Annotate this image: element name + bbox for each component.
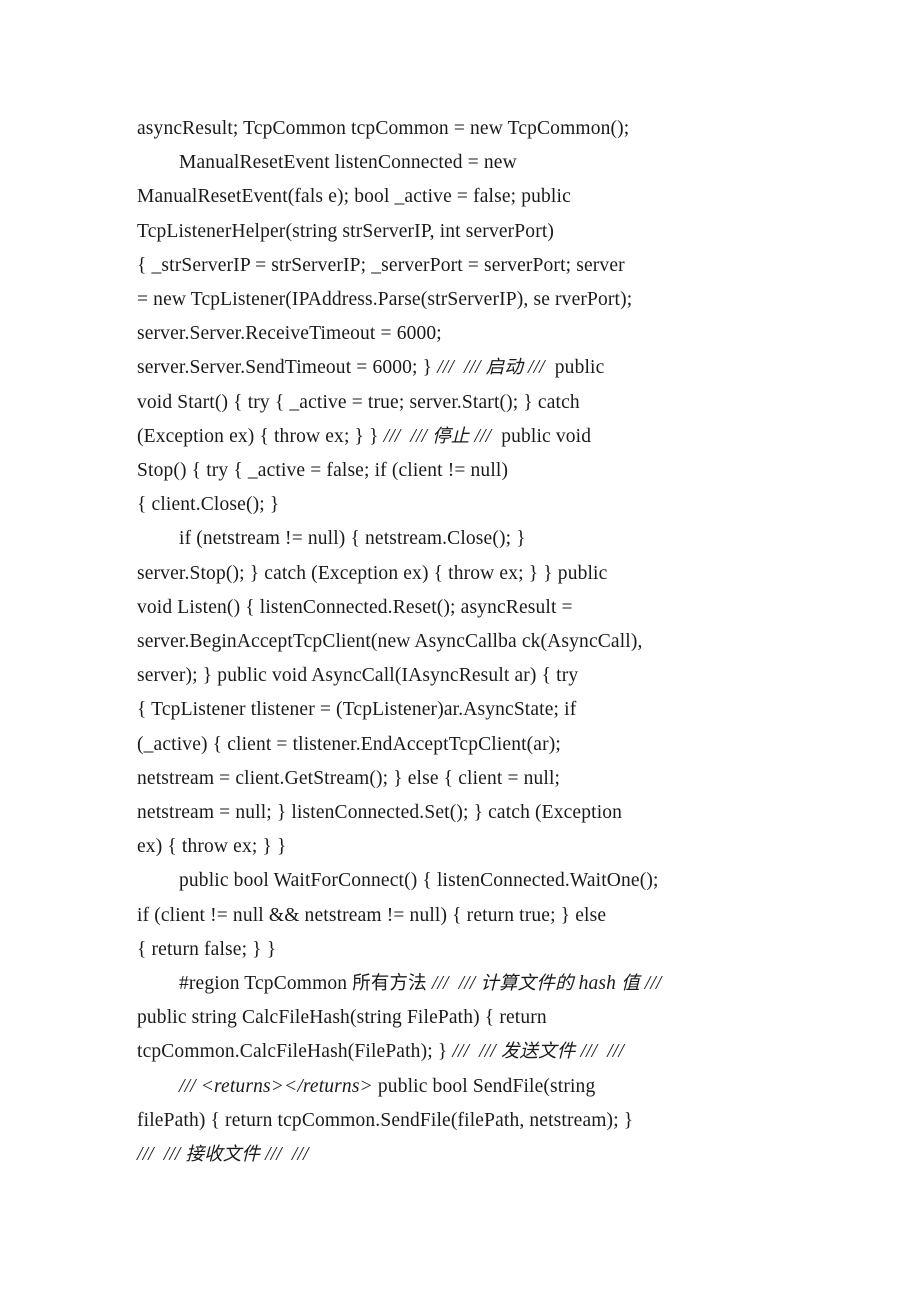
text-line: asyncResult; TcpCommon tcpCommon = new T…	[137, 112, 817, 146]
text-line: void Start() { try { _active = true; ser…	[137, 386, 817, 420]
text-line: if (client != null && netstream != null)…	[137, 899, 817, 933]
text-run: public string CalcFileHash(string FilePa…	[137, 1007, 547, 1029]
text-run: { _strServerIP = strServerIP; _serverPor…	[137, 254, 625, 276]
text-line: ManualResetEvent(fals e); bool _active =…	[137, 180, 817, 214]
text-run: public void	[496, 425, 592, 447]
text-line: Stop() { try { _active = false; if (clie…	[137, 454, 817, 488]
text-run: /// ///	[260, 1144, 309, 1166]
text-line: { TcpListener tlistener = (TcpListener)a…	[137, 693, 817, 727]
text-run: #region TcpCommon	[179, 973, 353, 995]
text-line: public bool WaitForConnect() { listenCon…	[137, 864, 817, 898]
text-run: ///	[639, 973, 662, 995]
text-run: 接收文件	[185, 1144, 261, 1166]
text-run: { return false; } }	[137, 938, 277, 960]
text-run: 启动	[485, 357, 523, 379]
text-run: /// ///	[383, 425, 433, 447]
text-line: server.BeginAcceptTcpClient(new AsyncCal…	[137, 625, 817, 659]
text-run: void Start() { try { _active = true; ser…	[137, 391, 580, 413]
text-run: asyncResult; TcpCommon tcpCommon = new T…	[137, 118, 630, 139]
text-line: = new TcpListener(IPAddress.Parse(strSer…	[137, 283, 817, 317]
text-run: /// ///	[452, 1041, 501, 1063]
text-line: { return false; } }	[137, 933, 817, 967]
text-line: void Listen() { listenConnected.Reset();…	[137, 591, 817, 625]
text-line: netstream = client.GetStream(); } else {…	[137, 762, 817, 796]
text-line: TcpListenerHelper(string strServerIP, in…	[137, 215, 817, 249]
text-run: /// <returns></returns>	[179, 1075, 378, 1097]
text-line: { _strServerIP = strServerIP; _serverPor…	[137, 249, 817, 283]
text-run: server.Server.SendTimeout = 6000; }	[137, 357, 438, 379]
text-run: server); } public void AsyncCall(IAsyncR…	[137, 665, 579, 687]
text-run: void Listen() { listenConnected.Reset();…	[137, 596, 573, 618]
text-run: 值	[621, 973, 640, 995]
text-line: netstream = null; } listenConnected.Set(…	[137, 796, 817, 830]
text-run: server.Stop(); } catch (Exception ex) { …	[137, 562, 608, 584]
text-line: ex) { throw ex; } }	[137, 830, 817, 864]
text-run: ///	[522, 357, 550, 379]
text-run: server.Server.ReceiveTimeout = 6000;	[137, 323, 442, 345]
text-run: if (client != null && netstream != null)…	[137, 904, 607, 926]
text-run: /// ///	[437, 357, 486, 379]
text-line: public string CalcFileHash(string FilePa…	[137, 1001, 817, 1035]
text-run: ex) { throw ex; } }	[137, 836, 287, 858]
text-line: (_active) { client = tlistener.EndAccept…	[137, 728, 817, 762]
document-page: asyncResult; TcpCommon tcpCommon = new T…	[0, 0, 920, 1302]
text-line: ManualResetEvent listenConnected = new	[137, 146, 817, 180]
text-run: ManualResetEvent(fals e); bool _active =…	[137, 186, 571, 208]
text-line: filePath) { return tcpCommon.SendFile(fi…	[137, 1104, 817, 1138]
text-run: { client.Close(); }	[137, 494, 280, 516]
text-run: 发送文件	[500, 1041, 576, 1063]
text-line: #region TcpCommon 所有方法 /// /// 计算文件的 has…	[137, 967, 817, 1001]
text-run: ///	[469, 425, 497, 447]
text-line: (Exception ex) { throw ex; } } /// /// 停…	[137, 420, 817, 454]
text-line: server); } public void AsyncCall(IAsyncR…	[137, 659, 817, 693]
text-line: if (netstream != null) { netstream.Close…	[137, 522, 817, 556]
text-run: (_active) { client = tlistener.EndAccept…	[137, 733, 561, 755]
text-run: ManualResetEvent listenConnected = new	[179, 152, 517, 174]
text-run: /// ///	[575, 1041, 624, 1063]
text-run: /// ///	[426, 973, 481, 995]
text-run: server.BeginAcceptTcpClient(new AsyncCal…	[137, 631, 643, 653]
text-line: server.Server.ReceiveTimeout = 6000;	[137, 317, 817, 351]
text-line: tcpCommon.CalcFileHash(FilePath); } /// …	[137, 1035, 817, 1069]
text-run: netstream = null; } listenConnected.Set(…	[137, 802, 623, 824]
text-run: /// ///	[137, 1144, 186, 1166]
text-run: hash	[573, 973, 622, 995]
text-run: 计算文件的	[480, 973, 574, 995]
text-line: server.Server.SendTimeout = 6000; } /// …	[137, 351, 817, 385]
text-run: if (netstream != null) { netstream.Close…	[179, 528, 526, 550]
text-run: public bool SendFile(string	[377, 1075, 596, 1097]
text-run: public	[549, 357, 605, 379]
text-run: public bool WaitForConnect() { listenCon…	[179, 870, 659, 892]
text-run: (Exception ex) { throw ex; } }	[137, 425, 384, 447]
document-text-body: asyncResult; TcpCommon tcpCommon = new T…	[137, 112, 817, 1172]
text-line: { client.Close(); }	[137, 488, 817, 522]
text-run: { TcpListener tlistener = (TcpListener)a…	[137, 699, 577, 721]
text-run: 所有方法	[352, 973, 427, 995]
text-run: Stop() { try { _active = false; if (clie…	[137, 460, 509, 482]
text-run: = new TcpListener(IPAddress.Parse(strSer…	[137, 289, 633, 311]
text-run: 停止	[432, 425, 470, 447]
text-run: filePath) { return tcpCommon.SendFile(fi…	[137, 1109, 634, 1131]
text-run: TcpListenerHelper(string strServerIP, in…	[137, 220, 555, 242]
text-line: server.Stop(); } catch (Exception ex) { …	[137, 557, 817, 591]
text-line: /// <returns></returns> public bool Send…	[137, 1070, 817, 1104]
text-run: netstream = client.GetStream(); } else {…	[137, 767, 561, 789]
text-line: /// /// 接收文件 /// ///	[137, 1138, 817, 1172]
text-run: tcpCommon.CalcFileHash(FilePath); }	[137, 1041, 453, 1063]
